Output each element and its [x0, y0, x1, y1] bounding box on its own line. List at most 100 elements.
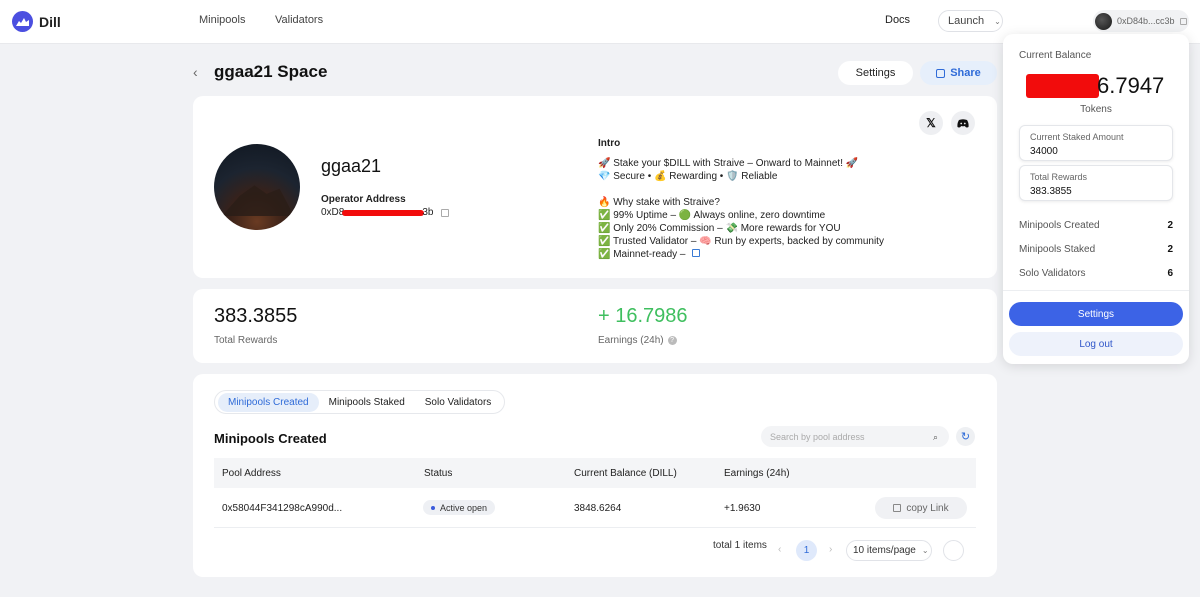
- avatar: [214, 144, 300, 230]
- total-rewards-box: Total Rewards 383.3855: [1019, 165, 1173, 201]
- chevron-down-icon: ⌄: [921, 546, 929, 555]
- minipools-created-value: 2: [1167, 220, 1173, 231]
- staked-amount-value: 34000: [1030, 146, 1058, 157]
- status-dot: [431, 505, 435, 510]
- total-rewards-value: 383.3855: [214, 305, 298, 327]
- total-rewards-label: Total Rewards: [214, 335, 278, 346]
- intro-line: [598, 183, 884, 196]
- minipools-staked-value: 2: [1167, 244, 1173, 255]
- intro-line: ✅ 99% Uptime – 🟢 Always online, zero dow…: [598, 210, 826, 221]
- operator-address: 0xD8 3b: [321, 207, 450, 218]
- operator-address-label: Operator Address: [321, 194, 406, 205]
- share-icon: [936, 68, 946, 78]
- intro-line-text: ✅ Mainnet-ready –: [598, 249, 686, 260]
- panel-settings-button[interactable]: Settings: [1009, 302, 1183, 326]
- wallet-avatar: [1095, 12, 1112, 30]
- address-suffix: 3b: [422, 207, 434, 218]
- page-number[interactable]: 1: [796, 540, 817, 561]
- table-header: Pool Address Status Current Balance (DIL…: [214, 458, 976, 488]
- help-icon[interactable]: ?: [667, 336, 677, 345]
- redaction-mark: [1026, 74, 1099, 98]
- solo-validators-label: Solo Validators: [1019, 268, 1086, 279]
- col-pool-address: Pool Address: [222, 468, 281, 479]
- search-icon[interactable]: ⌕: [933, 432, 938, 443]
- intro-text: 🚀 Stake your $DILL with Straive – Onward…: [598, 157, 884, 261]
- logo[interactable]: Dill: [12, 11, 61, 32]
- x-glyph: 𝕏: [926, 116, 936, 130]
- table-row: 0x58044F341298cA990d... Active open 3848…: [214, 488, 976, 528]
- logo-text: Dill: [39, 13, 61, 30]
- wallet-address: 0xD84b...cc3b: [1117, 16, 1175, 26]
- intro-line: 💎 Secure • 💰 Rewarding • 🛡️ Reliable: [598, 171, 778, 182]
- stats-card: 383.3855 Total Rewards + 16.7986 Earning…: [193, 289, 997, 363]
- intro-title: Intro: [598, 138, 621, 149]
- back-chevron-icon[interactable]: ‹: [193, 64, 198, 80]
- discord-icon[interactable]: [951, 111, 975, 135]
- nav-validators[interactable]: Validators: [275, 14, 323, 26]
- address-prefix: 0xD8: [321, 207, 345, 218]
- tab-minipools-created[interactable]: Minipools Created: [218, 392, 319, 412]
- balance-digits: 6.7947: [1097, 73, 1165, 98]
- share-button[interactable]: Share: [920, 61, 997, 85]
- minipools-card: Minipools Created Minipools Staked Solo …: [193, 374, 997, 577]
- earnings-label-wrap: Earnings (24h) ?: [598, 335, 677, 346]
- section-title: Minipools Created: [214, 431, 327, 446]
- redaction-mark: [342, 209, 425, 216]
- x-social-icon[interactable]: 𝕏: [919, 111, 943, 135]
- prev-page-icon[interactable]: ‹: [778, 544, 781, 555]
- pool-address[interactable]: 0x58044F341298cA990d...: [222, 503, 342, 514]
- settings-button[interactable]: Settings: [838, 61, 913, 85]
- intro-line: 🚀 Stake your $DILL with Straive – Onward…: [598, 158, 859, 169]
- copy-link-button[interactable]: copy Link: [875, 497, 967, 519]
- balance-value: 6.7947: [1026, 73, 1164, 99]
- nav-docs[interactable]: Docs: [885, 14, 910, 26]
- balance-label: Current Balance: [1019, 50, 1092, 61]
- logout-button[interactable]: Log out: [1009, 332, 1183, 356]
- profile-name: ggaa21: [321, 156, 382, 176]
- profile-card: ggaa21 Operator Address 0xD8 3b 𝕏 Intro …: [193, 96, 997, 278]
- copy-icon[interactable]: [441, 208, 450, 217]
- launch-label: Launch: [948, 15, 985, 27]
- page-size-select[interactable]: 10 items/page ⌄: [846, 540, 932, 561]
- share-label: Share: [950, 67, 981, 79]
- tab-minipools-staked[interactable]: Minipools Staked: [319, 393, 415, 412]
- wallet-button[interactable]: 0xD84b...cc3b: [1093, 10, 1189, 32]
- intro-line: ✅ Trusted Validator – 🧠 Run by experts, …: [598, 236, 884, 247]
- tab-solo-validators[interactable]: Solo Validators: [415, 393, 502, 412]
- intro-line: 🔥 Why stake with Straive?: [598, 197, 720, 208]
- pool-balance: 3848.6264: [574, 503, 622, 514]
- intro-line: ✅ Only 20% Commission – 💸 More rewards f…: [598, 223, 841, 234]
- account-panel: Current Balance 6.7947 Tokens Current St…: [1003, 34, 1189, 364]
- dill-logo-icon: [12, 11, 33, 32]
- earnings-label: Earnings (24h): [598, 335, 664, 346]
- pool-earnings: +1.9630: [724, 503, 761, 514]
- tokens-label: Tokens: [1080, 104, 1112, 115]
- page-title: ggaa21 Space: [214, 62, 328, 81]
- earnings-value: + 16.7986: [598, 305, 688, 327]
- chevron-down-icon: ⌄: [994, 16, 1001, 26]
- launch-dropdown[interactable]: Launch ⌄: [938, 10, 1003, 32]
- page-size-label: 10 items/page: [853, 545, 916, 556]
- solo-validators-value: 6: [1167, 268, 1173, 279]
- copy-link-label: copy Link: [906, 502, 949, 514]
- col-status: Status: [424, 468, 453, 479]
- minipools-staked-label: Minipools Staked: [1019, 244, 1096, 255]
- nav-minipools[interactable]: Minipools: [199, 14, 245, 26]
- total-rewards-value: 383.3855: [1030, 186, 1072, 197]
- search-input[interactable]: [761, 426, 949, 447]
- copy-icon: [893, 504, 902, 512]
- pagination-total: total 1 items: [713, 540, 767, 551]
- col-balance: Current Balance (DILL): [574, 468, 677, 479]
- status-badge: Active open: [423, 500, 496, 515]
- intro-line-last: ✅ Mainnet-ready –: [598, 248, 884, 261]
- next-page-icon[interactable]: ›: [829, 544, 832, 555]
- tab-bar: Minipools Created Minipools Staked Solo …: [214, 390, 506, 414]
- page-jump-input[interactable]: [943, 540, 964, 561]
- divider: [1003, 290, 1189, 291]
- status-text: Active open: [440, 502, 488, 513]
- external-link-icon[interactable]: [691, 249, 700, 257]
- staked-amount-label: Current Staked Amount: [1030, 132, 1124, 142]
- refresh-icon[interactable]: ↻: [956, 427, 975, 446]
- col-earnings: Earnings (24h): [724, 468, 790, 479]
- wallet-copy-icon: [1179, 17, 1187, 25]
